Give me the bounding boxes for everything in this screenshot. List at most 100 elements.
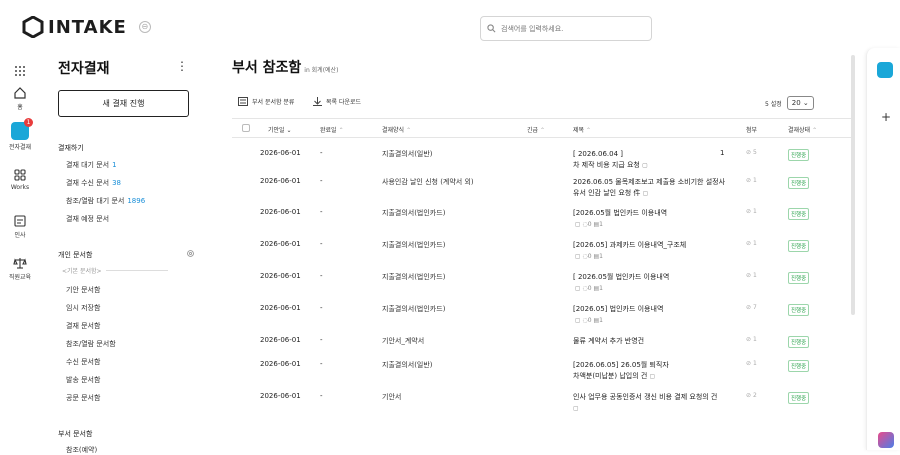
header-draft-date[interactable]: 기안일 ⌄ xyxy=(268,125,292,134)
sidebar-item-official[interactable]: 공문 문서함 xyxy=(66,393,100,403)
row-form: 지출결의서(법인카드) xyxy=(382,209,446,217)
row-title-line2: 유서 인감 날인 요청 件 xyxy=(573,189,641,197)
paperclip-icon: ⊘ xyxy=(746,177,752,184)
row-title-cell[interactable]: [2026.05] 과제카드 이용내역_구조체 ▢ ◌0 ▤1 xyxy=(573,240,733,262)
attachment-cell[interactable]: ⊘ 1 xyxy=(746,360,757,367)
attachment-cell[interactable]: ⊘ 7 xyxy=(746,304,757,311)
row-count: 1 xyxy=(720,149,725,157)
row-title-cell[interactable]: 인사 업무용 공동인증서 갱신 비용 결제 요청의 건 ▢ xyxy=(573,392,733,414)
rail-hr[interactable]: 인사 xyxy=(0,214,40,239)
rail-approval[interactable]: 1 전자결재 xyxy=(0,118,40,151)
header-urgent[interactable]: 긴급 ⌃ xyxy=(527,125,545,134)
row-draft-date: 2026-06-01 xyxy=(260,208,301,216)
divider-line xyxy=(105,270,168,271)
add-icon[interactable]: + xyxy=(881,110,891,124)
note-icon[interactable] xyxy=(877,62,893,78)
settings-gear-icon[interactable] xyxy=(186,249,195,258)
comment-count: 0 xyxy=(587,317,592,324)
paperclip-icon: ⊘ xyxy=(746,336,752,343)
attachment-cell[interactable]: ⊘ 1 xyxy=(746,336,757,343)
logo[interactable]: INTAKE ⊖ xyxy=(22,16,151,38)
sidebar-item-temp[interactable]: 임시 저장함 xyxy=(66,303,100,313)
sidebar-item-outbox[interactable]: 발송 문서함 xyxy=(66,375,100,385)
app-rail: 홈 1 전자결재 Works 인사 직원교육 xyxy=(0,50,40,450)
attachment-cell[interactable]: ⊘ 1 xyxy=(746,240,757,247)
sidebar-item-scheduled[interactable]: 결재 예정 문서 xyxy=(66,214,109,224)
row-title: [2026.06.05] 26.05월 퇴직자 xyxy=(573,361,669,369)
page-size-control: 5 설정 20 ⌄ xyxy=(765,96,814,110)
classify-button[interactable]: 부서 문서함 분류 xyxy=(238,97,294,106)
rail-home[interactable]: 홈 xyxy=(0,86,40,111)
sidebar-item-draft[interactable]: 기안 문서함 xyxy=(66,285,100,295)
attach-count: 5 xyxy=(752,149,757,156)
file-count: 1 xyxy=(599,317,603,324)
sidebar-title: 전자결재 xyxy=(58,61,110,77)
row-title: [2026.05] 법인카드 이용내역 xyxy=(573,305,664,313)
sort-icon: ⌃ xyxy=(338,127,344,134)
row-title: [2026.05] 과제카드 이용내역_구조체 xyxy=(573,241,687,249)
paperclip-icon: ⊘ xyxy=(746,392,752,399)
rail-edu[interactable]: 직원교육 xyxy=(0,256,40,281)
download-list-button[interactable]: 목록 다운로드 xyxy=(313,97,361,106)
comment-icon: ▢ xyxy=(642,190,649,197)
header-title[interactable]: 제목 ⌃ xyxy=(573,125,591,134)
attachment-cell[interactable]: ⊘ 1 xyxy=(746,208,757,215)
table-header: 기안일 ⌄ 완료일 ⌃ 결재양식 ⌃ 긴급 ⌃ 제목 ⌃ 첨부 결재상태 ⌃ xyxy=(232,118,852,138)
search-box[interactable] xyxy=(480,16,652,41)
brand-switch-icon[interactable]: ⊖ xyxy=(138,21,151,33)
row-form: 지출결의서(법인카드) xyxy=(382,305,446,313)
sidebar-item-approved[interactable]: 결재 문서함 xyxy=(66,321,100,331)
new-approval-button[interactable]: 새 결재 진행 xyxy=(58,90,189,117)
header-label: 기안일 xyxy=(268,127,285,134)
search-icon xyxy=(487,24,496,33)
file-count: 1 xyxy=(599,253,603,260)
header-form[interactable]: 결재양식 ⌃ xyxy=(382,125,411,134)
row-title-cell[interactable]: 2026.06.05 물목제조보고 제출용 소비기한 설정사 유서 인감 날인 요… xyxy=(573,177,733,199)
app-icon[interactable] xyxy=(878,432,894,448)
paperclip-icon: ⊘ xyxy=(746,360,752,367)
row-done-date: - xyxy=(320,272,323,280)
attachment-cell[interactable]: ⊘ 2 xyxy=(746,392,757,399)
scrollbar[interactable] xyxy=(851,55,855,315)
sidebar-item-dept-ref[interactable]: 참조(예약) xyxy=(66,445,97,455)
header-attach[interactable]: 첨부 xyxy=(746,125,757,134)
approval-badge: 1 xyxy=(24,118,33,127)
sidebar-item-reference[interactable]: 참조/열람 대기 문서 1896 xyxy=(66,196,145,206)
scale-icon xyxy=(13,258,27,269)
sidebar-item-ref-read[interactable]: 참조/열람 문서함 xyxy=(66,339,116,349)
row-title-cell[interactable]: [2026.05월 법인카드 이용내역 ▢ ◌0 ▤1 xyxy=(573,208,733,230)
select-all-checkbox[interactable] xyxy=(242,124,250,132)
row-title-cell[interactable]: [ 2026.06.04 ] 차 제작 비용 지급 요청 ▢ xyxy=(573,149,733,171)
page-subtitle: in 회계(예산) xyxy=(304,67,339,74)
attach-count: 1 xyxy=(752,336,757,343)
rail-works[interactable]: Works xyxy=(0,168,40,191)
header-done-date[interactable]: 완료일 ⌃ xyxy=(320,125,344,134)
rail-approval-label: 전자결재 xyxy=(8,144,32,151)
row-title-cell[interactable]: 물류 계약서 추가 반영건 xyxy=(573,336,733,347)
row-done-date: - xyxy=(320,149,323,157)
attach-count: 1 xyxy=(752,240,757,247)
more-options-icon[interactable]: ⋮ xyxy=(176,59,188,73)
attachment-cell[interactable]: ⊘ 5 xyxy=(746,149,757,156)
search-input[interactable] xyxy=(501,24,641,33)
page-size-select[interactable]: 20 ⌄ xyxy=(786,96,814,110)
comment-icon: ▢ xyxy=(642,162,648,169)
sidebar-item-inbox[interactable]: 수신 문서함 xyxy=(66,357,100,367)
sidebar-item-label: 결재 대기 문서 xyxy=(66,161,110,169)
attachment-cell[interactable]: ⊘ 1 xyxy=(746,177,757,184)
row-title-cell[interactable]: [ 2026.05월 법인카드 이용내역 ▢ ◌0 ▤1 xyxy=(573,272,733,294)
header-status[interactable]: 결재상태 ⌃ xyxy=(788,125,817,134)
row-title: 물류 계약서 추가 반영건 xyxy=(573,337,645,345)
row-form: 지출결의서(일반) xyxy=(382,150,433,158)
attachment-cell[interactable]: ⊘ 1 xyxy=(746,272,757,279)
sidebar-item-received[interactable]: 결재 수신 문서 38 xyxy=(66,178,121,188)
sidebar-item-pending[interactable]: 결재 대기 문서 1 xyxy=(66,160,117,170)
folder-list-icon xyxy=(238,97,248,106)
right-panel: + xyxy=(866,48,900,450)
rail-grid[interactable] xyxy=(0,64,40,80)
row-title-cell[interactable]: [2026.06.05] 26.05월 퇴직자 차액분(미납분) 납입의 건 ▢ xyxy=(573,360,733,382)
row-draft-date: 2026-06-01 xyxy=(260,304,301,312)
header-label: 완료일 xyxy=(320,127,337,134)
row-title-cell[interactable]: [2026.05] 법인카드 이용내역 ▢ ◌0 ▤1 xyxy=(573,304,733,326)
row-done-date: - xyxy=(320,177,323,185)
